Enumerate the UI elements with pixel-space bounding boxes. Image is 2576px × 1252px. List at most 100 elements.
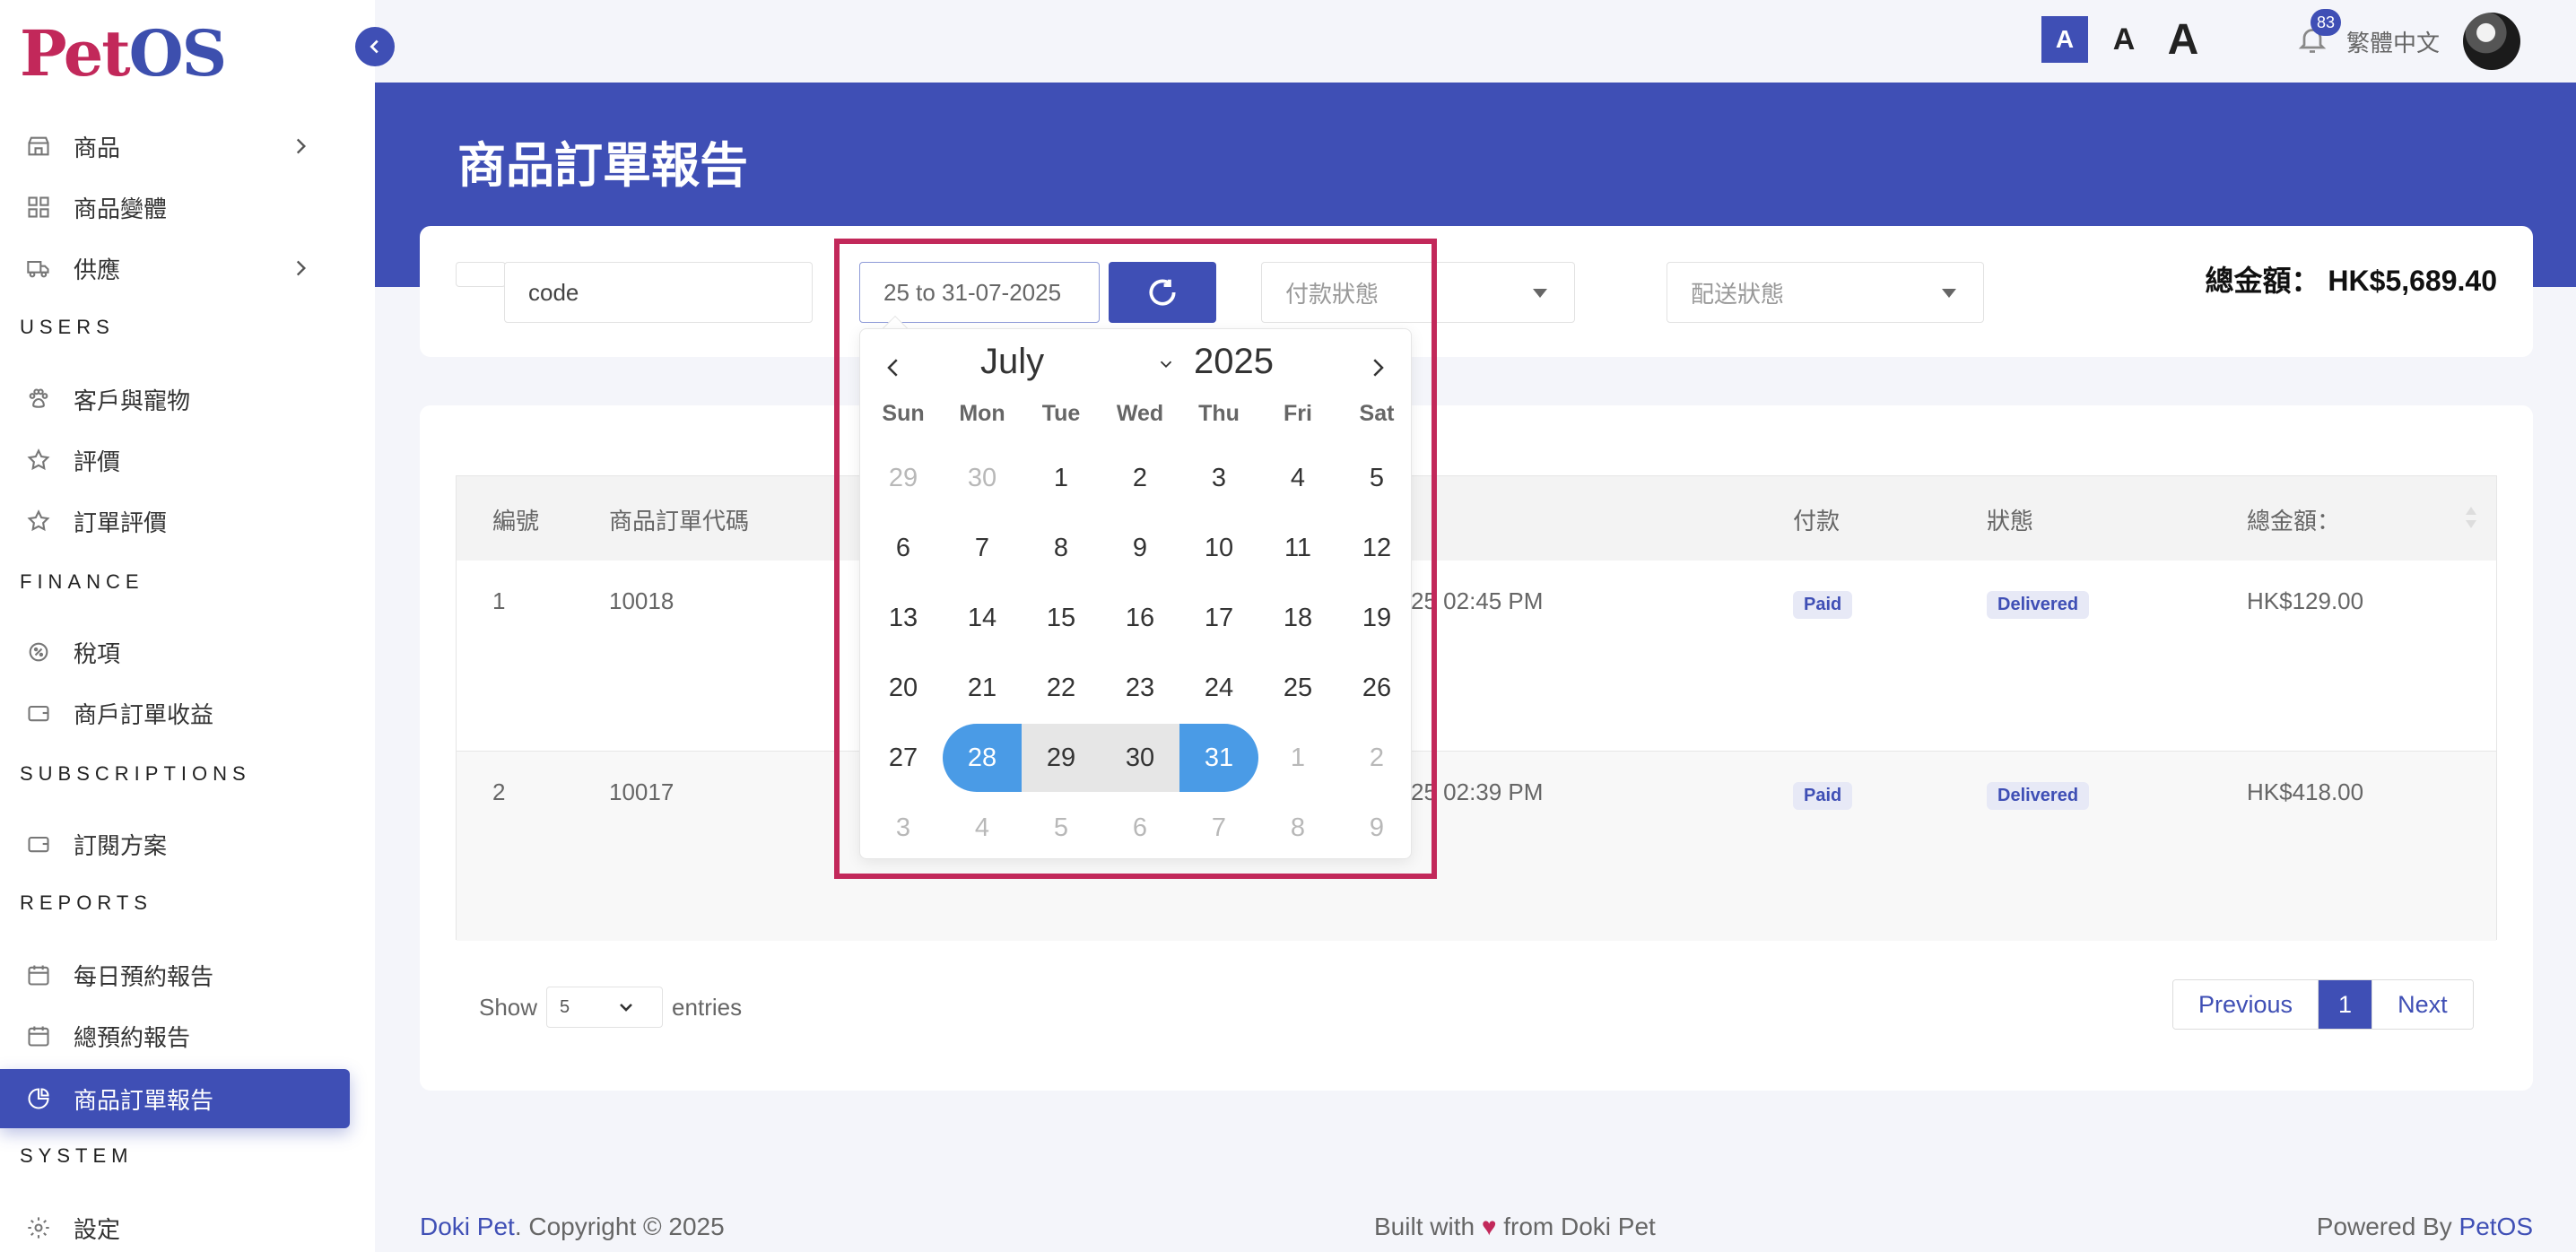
page-length-control: Show 5 entries bbox=[479, 987, 742, 1028]
status-badge: Delivered bbox=[1987, 591, 2090, 619]
filter-prefix-box bbox=[456, 262, 506, 287]
gear-icon bbox=[25, 1214, 52, 1241]
page-title: 商品訂單報告 bbox=[457, 139, 748, 193]
chevron-right-icon bbox=[296, 138, 307, 154]
sidebar-item-product-order-report[interactable]: 商品訂單報告 bbox=[0, 1069, 350, 1128]
sidebar-item-settings[interactable]: 設定 bbox=[0, 1198, 350, 1252]
column-header-total[interactable]: 總金額： bbox=[2247, 503, 2340, 536]
entries-select[interactable]: 5 bbox=[546, 987, 664, 1028]
next-page-button[interactable]: Next bbox=[2371, 980, 2473, 1029]
table-header: 編號 商品訂單代碼 付款 狀態 總金額： bbox=[457, 476, 2496, 561]
powered-brand-link[interactable]: PetOS bbox=[2459, 1213, 2533, 1240]
powered-by-text: Powered By bbox=[2316, 1213, 2459, 1240]
sort-icon[interactable] bbox=[2464, 503, 2478, 532]
entries-label: entries bbox=[672, 993, 743, 1021]
footer: Doki Pet. Copyright © 2025 Built with ♥ … bbox=[375, 1196, 2576, 1252]
sidebar: PetOS 商品 商品變體 供應 USERS 客戶與寵物 評價 訂單評價 FIN… bbox=[0, 0, 375, 1252]
chevron-right-icon bbox=[296, 260, 307, 276]
shop-icon bbox=[25, 133, 52, 160]
sidebar-item-label: 稅項 bbox=[74, 639, 121, 667]
entries-value: 5 bbox=[560, 996, 570, 1017]
chevron-down-icon bbox=[620, 1004, 632, 1012]
pagination: Previous 1 Next bbox=[2172, 979, 2474, 1030]
built-with-text: Built with bbox=[1374, 1213, 1482, 1240]
sidebar-item-supply[interactable]: 供應 bbox=[0, 239, 350, 298]
sidebar-item-label: 設定 bbox=[74, 1215, 121, 1243]
chevron-left-icon bbox=[370, 39, 379, 54]
cell-no: 1 bbox=[492, 587, 506, 614]
section-finance: FINANCE bbox=[20, 570, 144, 593]
footer-powered-by: Powered By PetOS bbox=[2317, 1213, 2533, 1241]
footer-built-with: Built with ♥ from Doki Pet bbox=[1374, 1213, 1656, 1241]
sidebar-item-label: 訂閱方案 bbox=[74, 831, 168, 859]
sidebar-item-tax[interactable]: 稅項 bbox=[0, 622, 350, 682]
total-value: HK$5,689.40 bbox=[2328, 265, 2497, 297]
sidebar-collapse-button[interactable] bbox=[355, 27, 395, 66]
cell-code: 10018 bbox=[609, 587, 674, 614]
column-header-status[interactable]: 狀態 bbox=[1987, 503, 2033, 536]
language-selector[interactable]: 繁體中文 bbox=[2346, 25, 2440, 58]
section-system: SYSTEM bbox=[20, 1144, 134, 1167]
sidebar-item-label: 評價 bbox=[74, 448, 121, 475]
grid-icon bbox=[25, 194, 52, 221]
paw-icon bbox=[25, 386, 52, 413]
cell-total: HK$129.00 bbox=[2247, 587, 2364, 614]
sidebar-item-label: 商品變體 bbox=[74, 195, 168, 222]
pie-chart-icon bbox=[25, 1085, 52, 1112]
sidebar-item-label: 總預約報告 bbox=[74, 1023, 191, 1051]
shipping-status-placeholder: 配送狀態 bbox=[1691, 280, 1785, 308]
built-from-text: from Doki Pet bbox=[1496, 1213, 1656, 1240]
sidebar-item-merchant-revenue[interactable]: 商戶訂單收益 bbox=[0, 683, 350, 743]
payment-badge: Paid bbox=[1793, 782, 1853, 810]
highlight-frame bbox=[834, 239, 1437, 879]
font-size-large-button[interactable]: A bbox=[2160, 16, 2206, 64]
font-size-small-button[interactable]: A bbox=[2041, 16, 2088, 63]
sidebar-item-products[interactable]: 商品 bbox=[0, 117, 350, 176]
cell-code: 10017 bbox=[609, 778, 674, 805]
section-users: USERS bbox=[20, 316, 115, 338]
sidebar-item-customers-pets[interactable]: 客戶與寵物 bbox=[0, 370, 350, 429]
sidebar-item-order-reviews[interactable]: 訂單評價 bbox=[0, 491, 350, 551]
truck-icon bbox=[25, 255, 52, 282]
sidebar-item-total-booking-report[interactable]: 總預約報告 bbox=[0, 1006, 350, 1065]
status-badge: Delivered bbox=[1987, 782, 2090, 810]
payment-badge: Paid bbox=[1793, 591, 1853, 619]
cell-total: HK$418.00 bbox=[2247, 778, 2364, 805]
column-header-payment[interactable]: 付款 bbox=[1793, 503, 1840, 536]
sidebar-item-subscription-plans[interactable]: 訂閱方案 bbox=[0, 814, 350, 874]
caret-down-icon bbox=[1942, 289, 1956, 298]
page-1-button[interactable]: 1 bbox=[2318, 980, 2372, 1029]
order-code-input[interactable]: code bbox=[504, 262, 813, 323]
wallet-icon bbox=[25, 830, 52, 857]
sidebar-item-label: 訂單評價 bbox=[74, 509, 168, 536]
column-header-code[interactable]: 商品訂單代碼 bbox=[609, 503, 749, 536]
sidebar-item-product-variants[interactable]: 商品變體 bbox=[0, 178, 350, 237]
total-label: 總金額： bbox=[2205, 265, 2320, 297]
sidebar-item-daily-booking-report[interactable]: 每日預約報告 bbox=[0, 945, 350, 1004]
sidebar-item-label: 客戶與寵物 bbox=[74, 387, 191, 414]
sidebar-item-reviews[interactable]: 評價 bbox=[0, 430, 350, 490]
notification-badge: 83 bbox=[2311, 9, 2341, 36]
footer-copyright: Doki Pet. Copyright © 2025 bbox=[420, 1213, 725, 1241]
caret-down-icon bbox=[1533, 289, 1547, 298]
cell-no: 2 bbox=[492, 778, 506, 805]
tax-icon bbox=[25, 639, 52, 665]
sidebar-item-label: 商品 bbox=[74, 134, 121, 161]
table-row: 1 10018 25 02:45 PM Paid Delivered HK$12… bbox=[457, 561, 2496, 751]
wallet-icon bbox=[25, 700, 52, 726]
star-icon bbox=[25, 508, 52, 535]
previous-page-button[interactable]: Previous bbox=[2173, 980, 2319, 1029]
calendar-icon bbox=[25, 1022, 52, 1049]
footer-copyright-text: . Copyright © 2025 bbox=[514, 1213, 725, 1240]
show-label: Show bbox=[479, 993, 538, 1021]
section-reports: REPORTS bbox=[20, 891, 152, 914]
footer-brand-link[interactable]: Doki Pet bbox=[420, 1213, 515, 1240]
shipping-status-select[interactable]: 配送狀態 bbox=[1667, 262, 1984, 323]
petos-logo[interactable]: PetOS bbox=[20, 16, 227, 91]
column-header-no[interactable]: 編號 bbox=[492, 503, 539, 536]
sidebar-item-label: 供應 bbox=[74, 256, 121, 283]
avatar[interactable] bbox=[2463, 13, 2520, 70]
sidebar-item-label: 商品訂單報告 bbox=[74, 1086, 214, 1114]
font-size-medium-button[interactable]: A bbox=[2101, 16, 2147, 63]
calendar-icon bbox=[25, 961, 52, 988]
